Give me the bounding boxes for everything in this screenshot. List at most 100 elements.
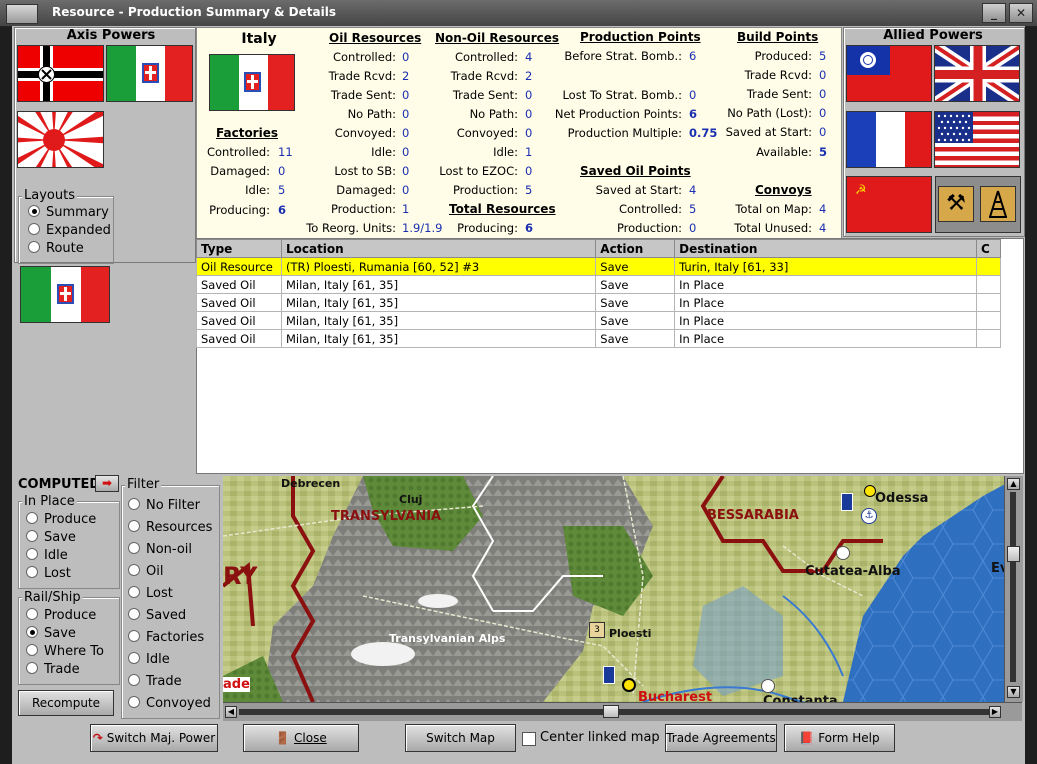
port-icon-constanta[interactable] <box>761 679 775 693</box>
port-icon[interactable] <box>836 546 850 560</box>
recompute-button[interactable]: Recompute <box>18 690 114 716</box>
window-menu-icon[interactable] <box>6 4 38 24</box>
inplace-idle-radio[interactable]: Idle <box>26 548 68 563</box>
map-label-cutatea-alba: Cutatea-Alba <box>805 564 901 579</box>
mining-icon[interactable]: ⚒ <box>938 186 974 222</box>
scroll-down-icon[interactable]: ▼ <box>1007 686 1020 698</box>
map-horizontal-scrollbar[interactable]: ◀ ▶ <box>223 702 1022 721</box>
saved-oil-production-value: 0 <box>689 221 697 235</box>
cell-c <box>976 329 1001 348</box>
table-row[interactable]: Saved Oil Milan, Italy [61, 35] Save In … <box>196 329 1001 348</box>
switch-major-power-button[interactable]: ↷ Switch Maj. Power <box>90 724 218 752</box>
odessa-city-icon[interactable] <box>864 485 876 497</box>
close-window-icon[interactable]: ✕ <box>1009 3 1033 23</box>
flag-usa[interactable] <box>934 111 1020 168</box>
inplace-lost-radio[interactable]: Lost <box>26 566 71 581</box>
title-bar[interactable]: Resource - Production Summary & Details … <box>0 0 1037 27</box>
inplace-produce-radio[interactable]: Produce <box>26 512 96 527</box>
layout-expanded-radio[interactable]: Expanded <box>28 223 111 238</box>
inplace-save-radio[interactable]: Save <box>26 530 76 545</box>
nonoil-no-path-label: No Path: <box>469 107 518 121</box>
col-destination[interactable]: Destination <box>674 239 977 258</box>
flag-italy-selected[interactable] <box>20 266 110 323</box>
col-location[interactable]: Location <box>280 239 597 258</box>
convoys-on-map-label: Total on Map: <box>735 202 812 216</box>
filter-no-filter-radio[interactable]: No Filter <box>128 498 200 513</box>
filter-factories-radio[interactable]: Factories <box>128 630 204 645</box>
scroll-right-icon[interactable]: ▶ <box>989 706 1001 718</box>
factories-damaged-value: 0 <box>278 164 286 178</box>
country-flag <box>209 54 295 111</box>
flag-france[interactable] <box>846 111 932 168</box>
filter-resources-radio[interactable]: Resources <box>128 520 212 535</box>
close-button[interactable]: 🚪 Close <box>243 724 359 752</box>
computed-arrow-icon[interactable]: ➡ <box>95 475 119 492</box>
switch-map-button[interactable]: Switch Map <box>405 724 516 752</box>
map-label-bucharest: Bucharest <box>638 690 713 702</box>
layout-summary-radio[interactable]: Summary <box>28 205 109 220</box>
bp-saved-value: 0 <box>819 125 827 139</box>
flag-uk[interactable] <box>934 45 1020 102</box>
map-view[interactable]: Debrecen Cluj TRANSYLVANIA BESSARABIA Od… <box>223 476 1020 702</box>
form-help-button[interactable]: 📕 Form Help <box>784 724 895 752</box>
map-label-transylvania: TRANSYLVANIA <box>331 509 442 524</box>
window-title: Resource - Production Summary & Details <box>52 5 336 19</box>
trade-agreements-button[interactable]: Trade Agreements <box>665 724 777 752</box>
col-type[interactable]: Type <box>196 239 282 258</box>
anchor-icon[interactable]: ⚓ <box>861 508 877 524</box>
oil-idle-label: Idle: <box>371 145 396 159</box>
center-linked-map-checkbox[interactable] <box>522 732 536 746</box>
filter-lost-radio[interactable]: Lost <box>128 586 173 601</box>
bucharest-unit-icon[interactable] <box>603 666 615 684</box>
layout-route-radio[interactable]: Route <box>28 241 84 256</box>
railship-trade-radio[interactable]: Trade <box>26 662 80 677</box>
total-producing-label: Producing: <box>457 221 518 235</box>
railship-save-radio[interactable]: Save <box>26 626 76 641</box>
scroll-up-icon[interactable]: ▲ <box>1007 478 1020 490</box>
railship-produce-radio[interactable]: Produce <box>26 608 96 623</box>
filter-trade-radio[interactable]: Trade <box>128 674 182 689</box>
odessa-unit-icon[interactable] <box>841 493 853 511</box>
filter-non-oil-radio[interactable]: Non-oil <box>128 542 192 557</box>
pp-before-value: 6 <box>689 49 697 63</box>
col-c[interactable]: C <box>976 239 1001 258</box>
cell-type: Saved Oil <box>196 293 282 312</box>
flag-china[interactable] <box>846 45 932 102</box>
map-label-transylvanian-alps: Transylvanian Alps <box>389 632 506 645</box>
map-vertical-scrollbar[interactable]: ▲ ▼ <box>1004 476 1023 702</box>
inplace-title: In Place <box>22 494 77 509</box>
scroll-thumb-horizontal[interactable] <box>603 705 619 718</box>
bp-produced-value: 5 <box>819 49 827 63</box>
filter-idle-radio[interactable]: Idle <box>128 652 170 667</box>
table-row[interactable]: Saved Oil Milan, Italy [61, 35] Save In … <box>196 275 1001 294</box>
table-row[interactable]: Saved Oil Milan, Italy [61, 35] Save In … <box>196 293 1001 312</box>
oil-trade-sent-label: Trade Sent: <box>330 88 396 102</box>
map-label-constanta: Constanta <box>763 694 838 702</box>
filter-saved-radio[interactable]: Saved <box>128 608 186 623</box>
nonoil-trade-sent-value: 0 <box>525 88 533 102</box>
oil-derrick-icon[interactable] <box>980 186 1016 222</box>
savoy-shield-icon <box>244 72 261 92</box>
minimize-icon[interactable]: _ <box>982 3 1006 23</box>
filter-oil-radio[interactable]: Oil <box>128 564 163 579</box>
scroll-thumb-vertical[interactable] <box>1007 546 1020 562</box>
railship-where-to-radio[interactable]: Where To <box>26 644 104 659</box>
close-door-icon: 🚪 <box>275 731 291 745</box>
flag-italy[interactable] <box>106 45 193 102</box>
table-row[interactable]: Oil Resource (TR) Ploesti, Rumania [60, … <box>196 257 1001 276</box>
bp-trade-sent-label: Trade Sent: <box>746 87 812 101</box>
flag-japan[interactable] <box>17 111 104 168</box>
col-action[interactable]: Action <box>595 239 676 258</box>
scroll-track[interactable] <box>1010 492 1016 682</box>
bucharest-capital-icon[interactable] <box>622 678 636 692</box>
ploesti-oil-marker[interactable]: 3 <box>589 622 605 638</box>
oil-controlled-value: 0 <box>402 50 410 64</box>
scroll-left-icon[interactable]: ◀ <box>225 706 237 718</box>
nonoil-lost-ezoc-label: Lost to EZOC: <box>439 164 518 178</box>
flag-ussr[interactable]: ☭ <box>846 176 932 233</box>
table-row[interactable]: Saved Oil Milan, Italy [61, 35] Save In … <box>196 311 1001 330</box>
pp-multiple-label: Production Multiple: <box>567 126 682 140</box>
filter-convoyed-radio[interactable]: Convoyed <box>128 696 211 711</box>
flag-germany[interactable] <box>17 45 104 102</box>
cell-type: Saved Oil <box>196 311 282 330</box>
